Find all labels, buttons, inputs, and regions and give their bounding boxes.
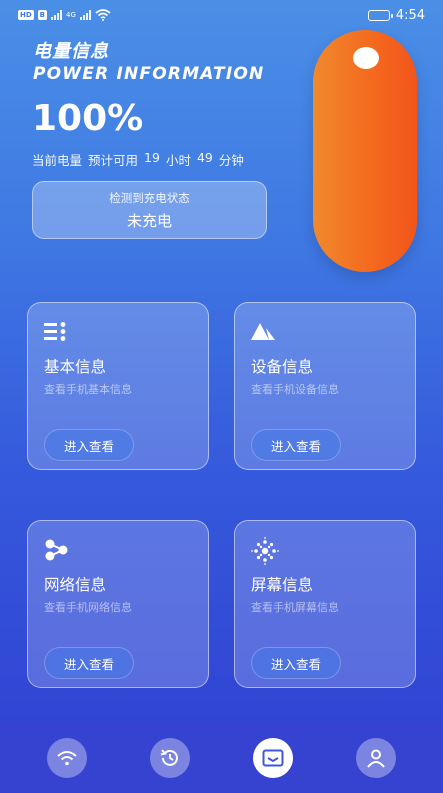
mail-icon [262,749,284,766]
battery-capsule [313,30,417,272]
battery-capsule-highlight [353,47,379,69]
hd-icon: HD [18,10,34,20]
card-subtitle: 查看手机屏幕信息 [251,601,339,614]
enter-view-button[interactable]: 进入查看 [44,647,134,679]
nav-history[interactable] [150,737,191,778]
card-subtitle: 查看手机基本信息 [44,383,132,396]
list-icon [44,322,66,341]
estimate-minutes: 49 [196,150,213,165]
history-icon [160,748,179,766]
card-screen-info[interactable]: 屏幕信息 查看手机屏幕信息 进入查看 [234,520,416,688]
nav-wifi[interactable] [47,737,88,778]
wifi-icon [95,9,111,21]
page-title-en: POWER INFORMATION [33,64,265,84]
card-subtitle: 查看手机网络信息 [44,601,132,614]
enter-view-button[interactable]: 进入查看 [44,429,134,461]
bluetooth-icon: B [37,10,48,20]
battery-estimate: 当前电量 预计可用 19 小时 49 分钟 [32,150,244,169]
signal-icon [51,10,63,20]
status-bar: HD B 4G 4:54 [0,0,443,30]
status-icons-right: 4:54 [367,7,425,23]
card-title: 基本信息 [44,358,107,376]
bottom-nav [0,722,443,793]
card-title: 设备信息 [251,358,314,376]
estimate-minutes-unit: 分钟 [218,153,244,168]
charge-status-label: 检测到充电状态 [109,191,190,205]
estimate-hours-unit: 小时 [165,153,191,168]
card-basic-info[interactable]: 基本信息 查看手机基本信息 进入查看 [27,302,209,470]
signal-4g-icon [79,10,91,20]
network-icon [45,539,68,561]
battery-percent: 100% [32,98,144,139]
card-title: 网络信息 [44,576,107,594]
screen-icon [251,537,279,565]
status-icons-left: HD B 4G [18,9,111,21]
triangle-icon [251,323,275,340]
charge-status-value: 未充电 [126,212,172,230]
card-device-info[interactable]: 设备信息 查看手机设备信息 进入查看 [234,302,416,470]
user-icon [366,749,385,768]
page-title-cn: 电量信息 [33,41,109,62]
battery-icon [367,9,393,21]
nav-mail[interactable] [252,737,293,778]
nav-user[interactable] [355,737,396,778]
charge-status-box: 检测到充电状态 未充电 [32,181,267,239]
card-title: 屏幕信息 [251,576,314,594]
estimate-hours: 19 [144,150,160,165]
clock: 4:54 [395,7,425,23]
estimate-prefix: 当前电量 [32,153,83,168]
signal-4g-label: 4G [66,11,76,19]
card-subtitle: 查看手机设备信息 [251,383,339,396]
enter-view-button[interactable]: 进入查看 [251,429,341,461]
estimate-label: 预计可用 [88,153,139,168]
wifi-icon [57,750,78,765]
card-network-info[interactable]: 网络信息 查看手机网络信息 进入查看 [27,520,209,688]
enter-view-button[interactable]: 进入查看 [251,647,341,679]
